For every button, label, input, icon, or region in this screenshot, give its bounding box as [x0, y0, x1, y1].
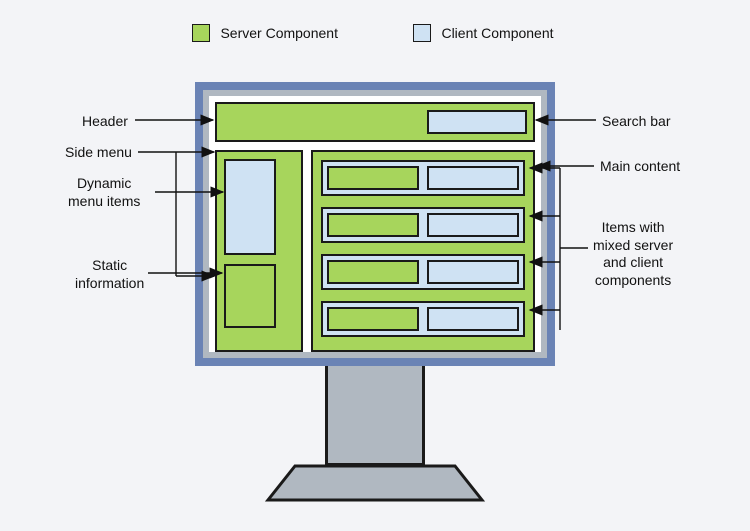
diagram-root: Server Component Client Component	[0, 0, 750, 531]
content-row-4-client	[427, 307, 519, 331]
label-search-bar: Search bar	[602, 113, 670, 131]
legend-server-swatch	[192, 24, 210, 42]
monitor-screen	[209, 96, 541, 352]
content-row-1-server	[327, 166, 419, 190]
content-row-4	[321, 301, 525, 337]
legend-client: Client Component	[413, 24, 554, 42]
label-side-menu: Side menu	[65, 144, 132, 162]
content-row-4-server	[327, 307, 419, 331]
search-bar-region	[427, 110, 527, 134]
static-info-region	[224, 264, 276, 328]
legend-client-text: Client Component	[441, 25, 553, 41]
legend-server-text: Server Component	[220, 25, 338, 41]
content-row-2-client	[427, 213, 519, 237]
label-mixed-items: Items with mixed server and client compo…	[593, 219, 673, 289]
monitor-stand-base-svg	[260, 460, 490, 506]
label-dynamic-menu: Dynamic menu items	[68, 175, 140, 210]
legend-server: Server Component	[192, 24, 338, 42]
content-row-3	[321, 254, 525, 290]
content-row-1	[321, 160, 525, 196]
monitor-stand-neck	[325, 366, 425, 466]
legend-client-swatch	[413, 24, 431, 42]
content-row-3-server	[327, 260, 419, 284]
content-row-1-client	[427, 166, 519, 190]
header-region	[215, 102, 535, 142]
monitor-bezel	[195, 82, 555, 366]
content-row-2-server	[327, 213, 419, 237]
content-row-2	[321, 207, 525, 243]
dynamic-menu-items-region	[224, 159, 276, 255]
side-menu-region	[215, 150, 303, 352]
main-content-region	[311, 150, 535, 352]
label-main-content: Main content	[600, 158, 680, 176]
label-header: Header	[82, 113, 128, 131]
content-row-3-client	[427, 260, 519, 284]
label-static-info: Static information	[75, 257, 144, 292]
